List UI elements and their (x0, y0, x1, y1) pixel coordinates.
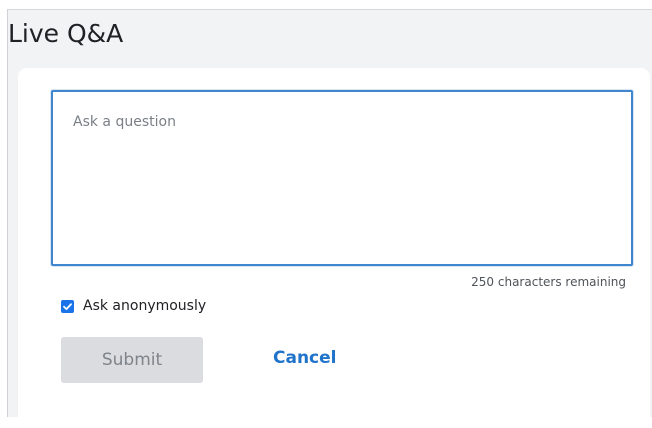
submit-button[interactable]: Submit (61, 337, 203, 383)
anonymous-checkbox[interactable] (61, 299, 74, 313)
page-title: Live Q&A (8, 19, 124, 48)
question-input[interactable] (51, 90, 633, 266)
cancel-button[interactable]: Cancel (273, 348, 336, 368)
qa-panel: Live Q&A 250 characters remaining Ask an… (7, 9, 652, 428)
anonymous-option[interactable]: Ask anonymously (61, 295, 206, 317)
checkmark-icon (63, 302, 72, 310)
character-counter: 250 characters remaining (471, 275, 626, 289)
anonymous-label: Ask anonymously (83, 298, 207, 314)
